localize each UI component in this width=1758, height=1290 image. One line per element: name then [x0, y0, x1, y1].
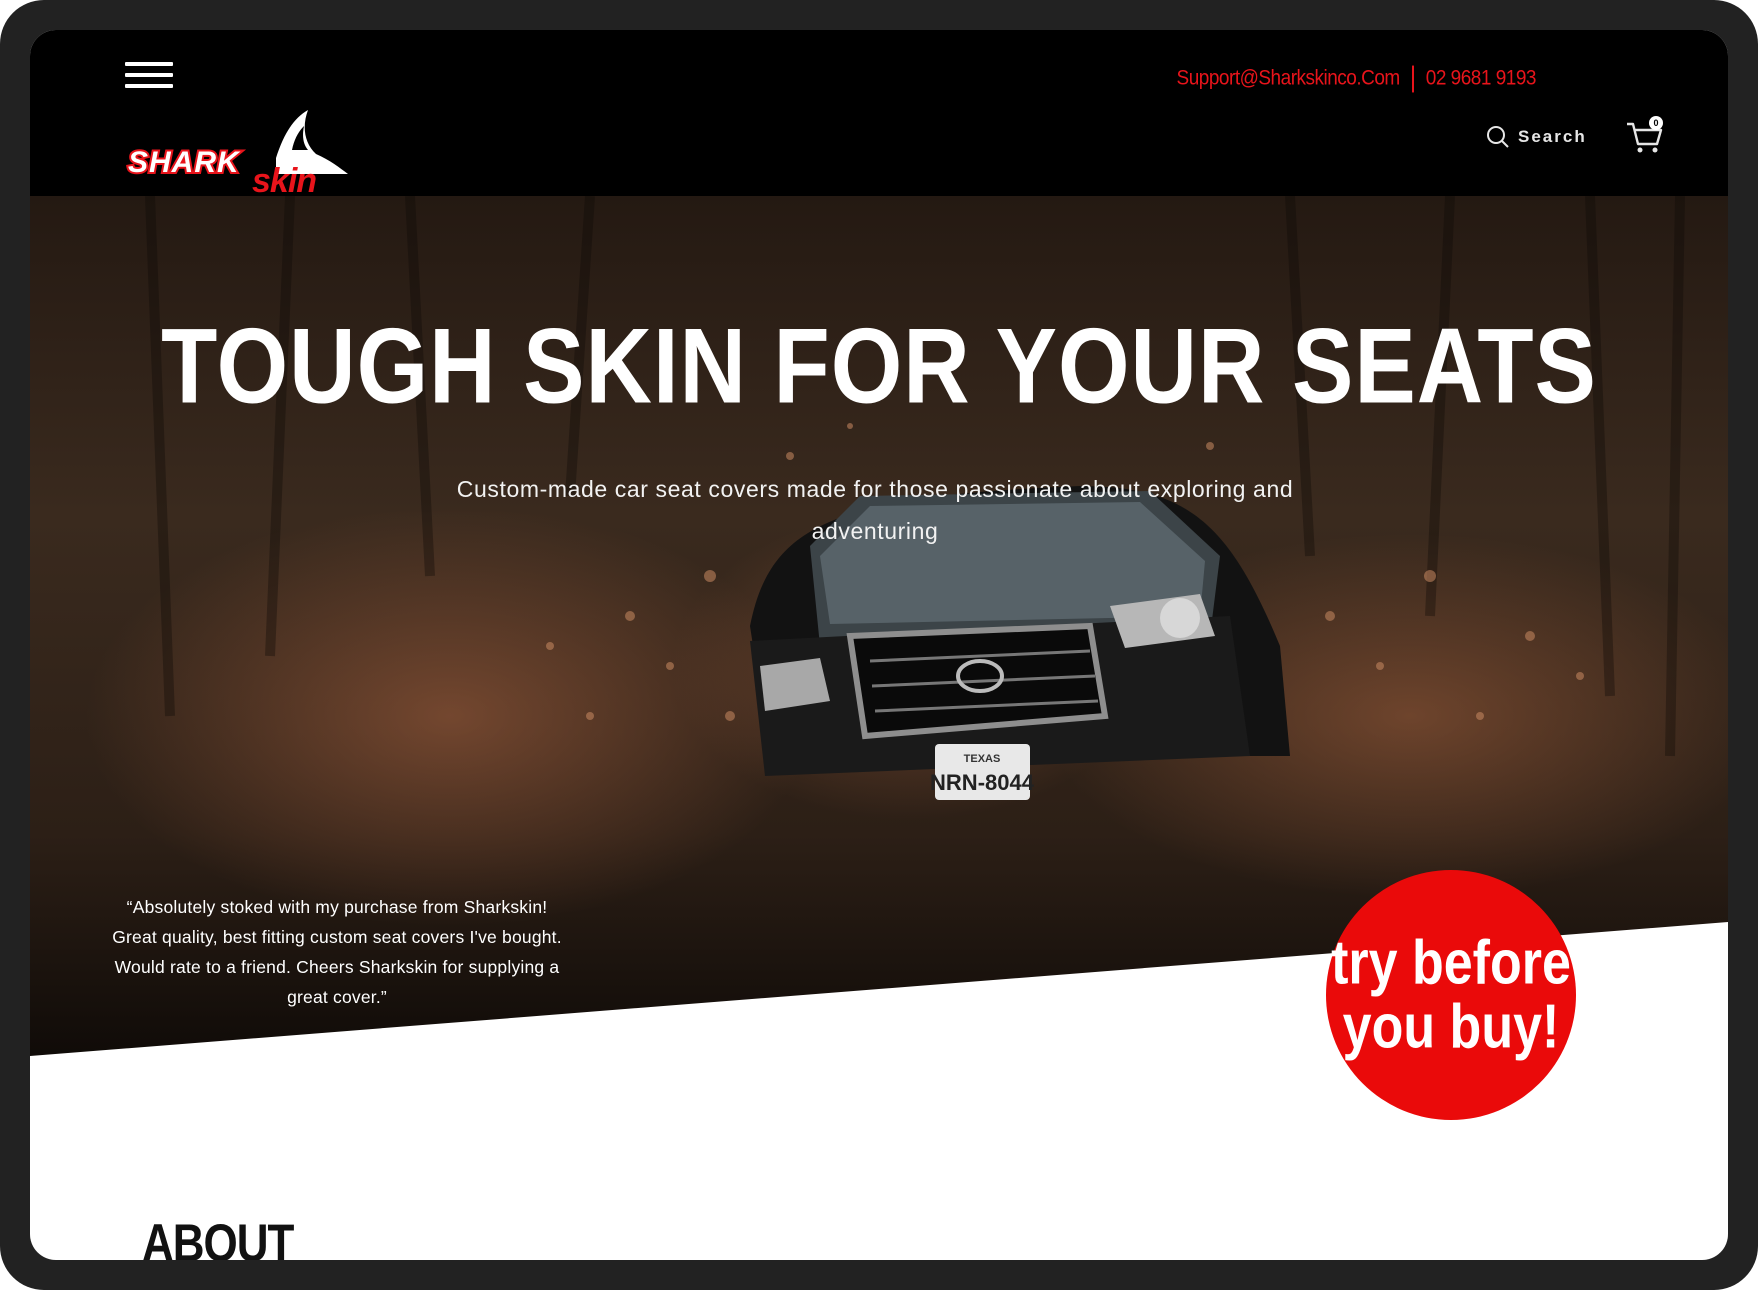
- hero-section: TEXAS NRN-8044 TOUGH SKIN FOR YOUR SEATS…: [30, 196, 1728, 1260]
- contact-info: Support@Sharkskinco.Com 02 9681 9193: [1177, 60, 1537, 98]
- about-section-title: ABOUT: [142, 1214, 294, 1260]
- search-icon: [1487, 126, 1509, 148]
- cart-count-badge: 0: [1649, 116, 1663, 130]
- contact-separator: [1411, 65, 1414, 93]
- device-frame: SHARK SHARK skin Support@Sharkskinco.Com…: [0, 0, 1758, 1290]
- support-phone-link[interactable]: 02 9681 9193: [1426, 67, 1537, 92]
- site-header: SHARK SHARK skin Support@Sharkskinco.Com…: [30, 30, 1728, 200]
- cart-button[interactable]: 0: [1625, 116, 1665, 156]
- shark-fin-logo-icon: SHARK SHARK skin: [126, 110, 348, 200]
- logo-text-shark: SHARK: [128, 146, 241, 179]
- support-email-link[interactable]: Support@Sharkskinco.Com: [1177, 67, 1401, 92]
- try-before-you-buy-badge[interactable]: try before you buy!: [1326, 870, 1576, 1120]
- search-label: Search: [1518, 127, 1587, 146]
- site-logo[interactable]: SHARK SHARK skin: [126, 88, 366, 200]
- logo-text-skin: skin: [252, 162, 316, 198]
- browser-viewport: SHARK SHARK skin Support@Sharkskinco.Com…: [30, 30, 1728, 1260]
- search-button[interactable]: Search: [1486, 122, 1587, 152]
- badge-line-2: you buy!: [1342, 992, 1560, 1062]
